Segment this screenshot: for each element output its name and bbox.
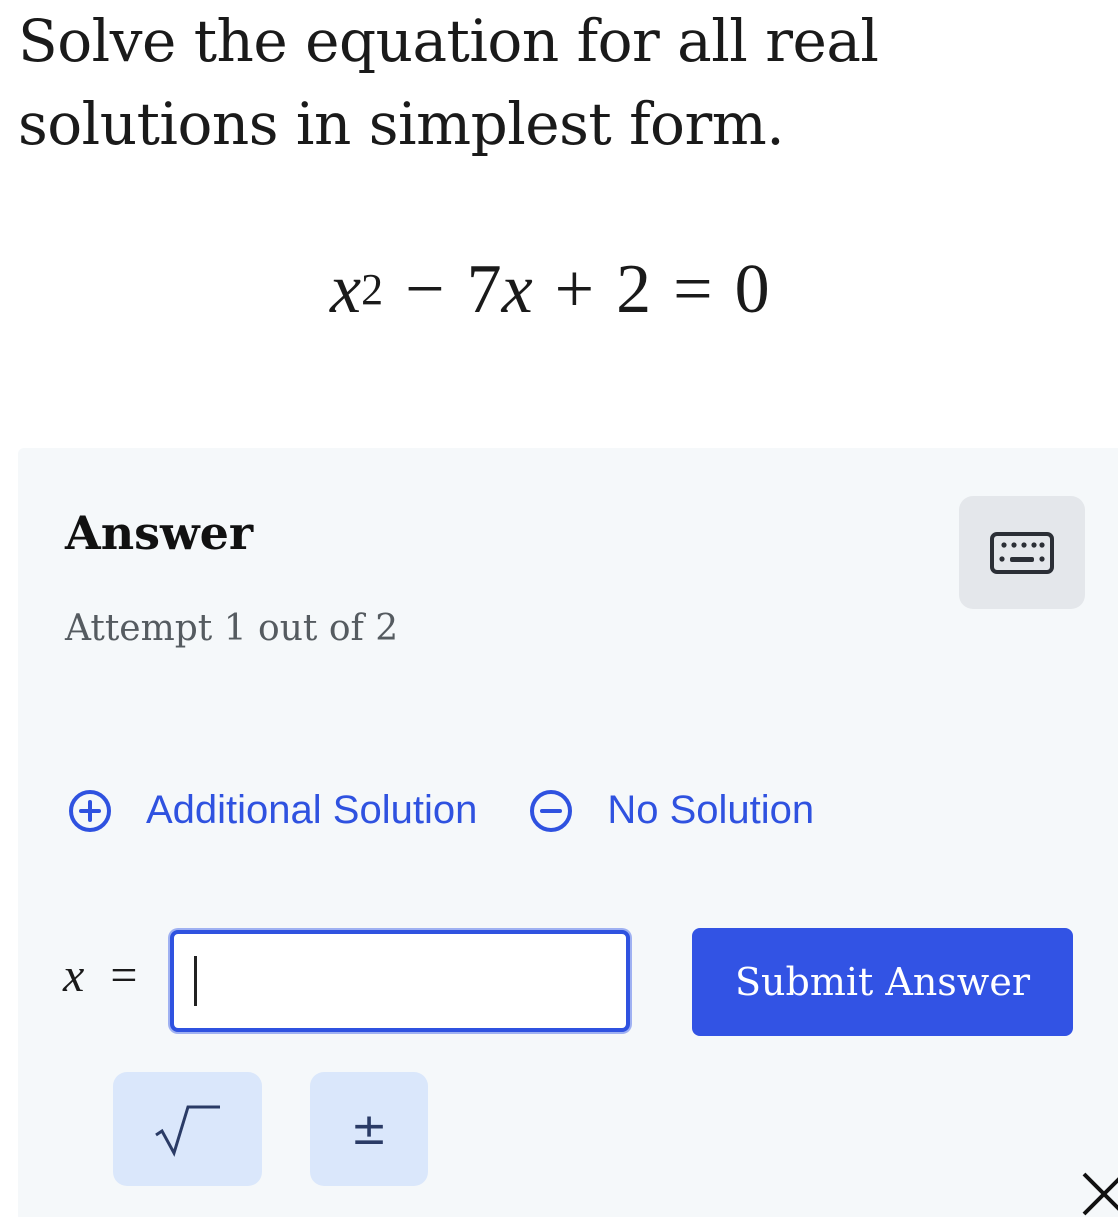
- equation: x2 − 7x + 2 = 0: [330, 250, 770, 340]
- answer-panel: Answer Attempt 1 out of 2 Additional Sol…: [18, 448, 1118, 1217]
- answer-input[interactable]: [170, 930, 630, 1032]
- keyboard-icon: [990, 531, 1054, 574]
- equation-variable-2: x: [501, 251, 533, 328]
- plus-minus-button[interactable]: ±: [310, 1072, 428, 1186]
- close-icon[interactable]: [1078, 1170, 1118, 1217]
- minus-circle-icon: [530, 789, 573, 832]
- square-root-button[interactable]: [113, 1072, 262, 1186]
- no-solution-label: No Solution: [607, 788, 815, 832]
- additional-solution-label: Additional Solution: [146, 788, 478, 832]
- equation-minus: −: [405, 251, 445, 328]
- input-label-variable: x: [63, 949, 85, 1002]
- equation-rhs: 0: [734, 251, 770, 328]
- input-label: x =: [63, 948, 137, 1003]
- equation-exponent: 2: [361, 265, 384, 314]
- question-text: Solve the equation for all real solution…: [18, 7, 879, 158]
- text-caret: [194, 956, 197, 1006]
- additional-solution-button[interactable]: Additional Solution: [68, 788, 477, 833]
- attempt-counter: Attempt 1 out of 2: [65, 608, 399, 649]
- equation-constant: 2: [616, 251, 652, 328]
- answer-heading: Answer: [65, 506, 254, 560]
- submit-answer-button[interactable]: Submit Answer: [692, 928, 1073, 1036]
- equation-plus: +: [554, 251, 595, 328]
- no-solution-button[interactable]: No Solution: [529, 788, 814, 833]
- solution-options: Additional Solution No Solution: [68, 788, 866, 833]
- keyboard-toggle-button[interactable]: [959, 496, 1085, 609]
- plus-circle-icon: [69, 789, 111, 832]
- input-label-equals: =: [110, 949, 138, 1002]
- equation-equals: =: [673, 251, 713, 328]
- equation-variable: x: [330, 251, 362, 328]
- square-root-icon: [154, 1105, 220, 1157]
- equation-coefficient: 7: [466, 251, 502, 328]
